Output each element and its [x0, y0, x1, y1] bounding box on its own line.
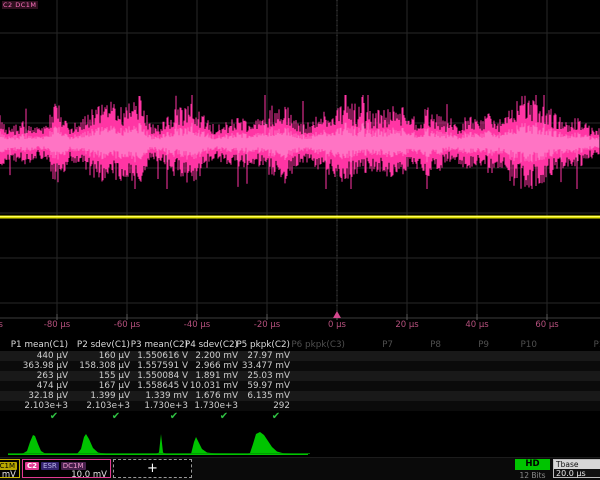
time-axis-label-7: 40 µs — [465, 320, 488, 330]
time-axis-label-0: -100 µs — [0, 320, 3, 330]
descriptor-bar: DC1M 10.0 mV C2 ESR DC1M 10.0 mV + HD 12… — [0, 457, 600, 480]
param-value: 363.98 µV — [6, 361, 68, 371]
param-value: 1.399 µV — [68, 391, 130, 401]
param-value: 59.97 mV — [228, 381, 290, 391]
c2-label-badge: C2 — [25, 462, 39, 470]
channel-c1-descriptor[interactable]: DC1M 10.0 mV — [0, 459, 20, 478]
trace-annotation: C2 DC1M — [2, 1, 38, 9]
hd-mode-badge[interactable]: HD — [515, 459, 550, 470]
param-value: 158.308 µV — [68, 361, 130, 371]
time-axis-label-8: 60 µs — [535, 320, 558, 330]
param-value: 25.03 mV — [228, 371, 290, 381]
c1-volts-per-div: 10.0 mV — [0, 471, 19, 480]
histicon-baseline — [8, 453, 310, 454]
waveform-display[interactable] — [0, 0, 600, 338]
param-value: 167 µV — [68, 381, 130, 391]
param-value: 292 — [228, 401, 290, 411]
c2-coupling-badge: DC1M — [61, 462, 86, 470]
param-value: 6.135 mV — [228, 391, 290, 401]
table-row: 263 µV155 µV1.550084 V1.891 mV25.03 mV — [0, 371, 600, 381]
param-header[interactable]: P2 sdev(C1) — [68, 340, 130, 350]
param-header[interactable]: P1 mean(C1) — [6, 340, 68, 350]
plus-icon: + — [114, 460, 191, 478]
table-status-row: ✔ ✔ ✔ ✔ ✔ — [0, 411, 600, 425]
time-axis-label-4: -20 µs — [254, 320, 280, 330]
param-value: 2.103e+3 — [68, 401, 130, 411]
param-value: 474 µV — [6, 381, 68, 391]
param-value: 32.18 µV — [6, 391, 68, 401]
table-row: 440 µV160 µV1.550616 V2.200 mV27.97 mV — [0, 351, 600, 361]
status-check-icon: ✔ — [50, 411, 58, 423]
status-check-icon: ✔ — [170, 411, 178, 423]
table-row: 474 µV167 µV1.558645 V10.031 mV59.97 mV — [0, 381, 600, 391]
param-value: 155 µV — [68, 371, 130, 381]
status-check-icon: ✔ — [112, 411, 120, 423]
param-value: 440 µV — [6, 351, 68, 361]
channel-c2-descriptor[interactable]: C2 ESR DC1M 10.0 mV — [22, 459, 111, 478]
timebase-value: 20.0 µs — [554, 469, 600, 478]
table-row: 363.98 µV158.308 µV1.557591 V2.966 mV33.… — [0, 361, 600, 371]
param-value: 160 µV — [68, 351, 130, 361]
time-axis-label-2: -60 µs — [114, 320, 140, 330]
add-trace-box[interactable]: + — [113, 459, 192, 478]
status-check-icon: ✔ — [220, 411, 228, 423]
c2-esr-badge: ESR — [41, 462, 59, 470]
oscilloscope-screen: C2 DC1M -100 µs -80 µs -60 µs -40 µs -20 µs 0… — [0, 0, 600, 480]
time-axis-label-3: -40 µs — [184, 320, 210, 330]
c1-coupling-badge: DC1M — [0, 462, 17, 470]
table-row: 32.18 µV1.399 µV1.339 mV1.676 mV6.135 mV — [0, 391, 600, 401]
table-row: 2.103e+32.103e+31.730e+31.730e+3292 — [0, 401, 600, 411]
param-value: 33.477 mV — [228, 361, 290, 371]
table-header-row: P1 mean(C1)P2 sdev(C1)P3 mean(C2)P4 sdev… — [0, 340, 600, 350]
param-header: P11 — [548, 340, 600, 350]
timebase-descriptor[interactable]: Tbase 20.0 µs — [553, 459, 600, 478]
time-axis-label-6: 20 µs — [395, 320, 418, 330]
param-header[interactable]: P5 pkpk(C2) — [228, 340, 290, 350]
param-value: 2.103e+3 — [6, 401, 68, 411]
time-axis-label-1: -80 µs — [44, 320, 70, 330]
c2-volts-per-div: 10.0 mV — [23, 471, 110, 480]
param-header: P10 — [475, 340, 537, 350]
status-check-icon: ✔ — [272, 411, 280, 423]
hd-bits-label: 12 Bits — [513, 471, 552, 480]
time-axis: -100 µs -80 µs -60 µs -40 µs -20 µs 0 µs 20 µs… — [0, 320, 600, 332]
param-value: 27.97 mV — [228, 351, 290, 361]
time-axis-label-5: 0 µs — [328, 320, 346, 330]
measurement-table: P1 mean(C1)P2 sdev(C1)P3 mean(C2)P4 sdev… — [0, 338, 600, 428]
timebase-title: Tbase — [554, 460, 600, 469]
param-value: 263 µV — [6, 371, 68, 381]
